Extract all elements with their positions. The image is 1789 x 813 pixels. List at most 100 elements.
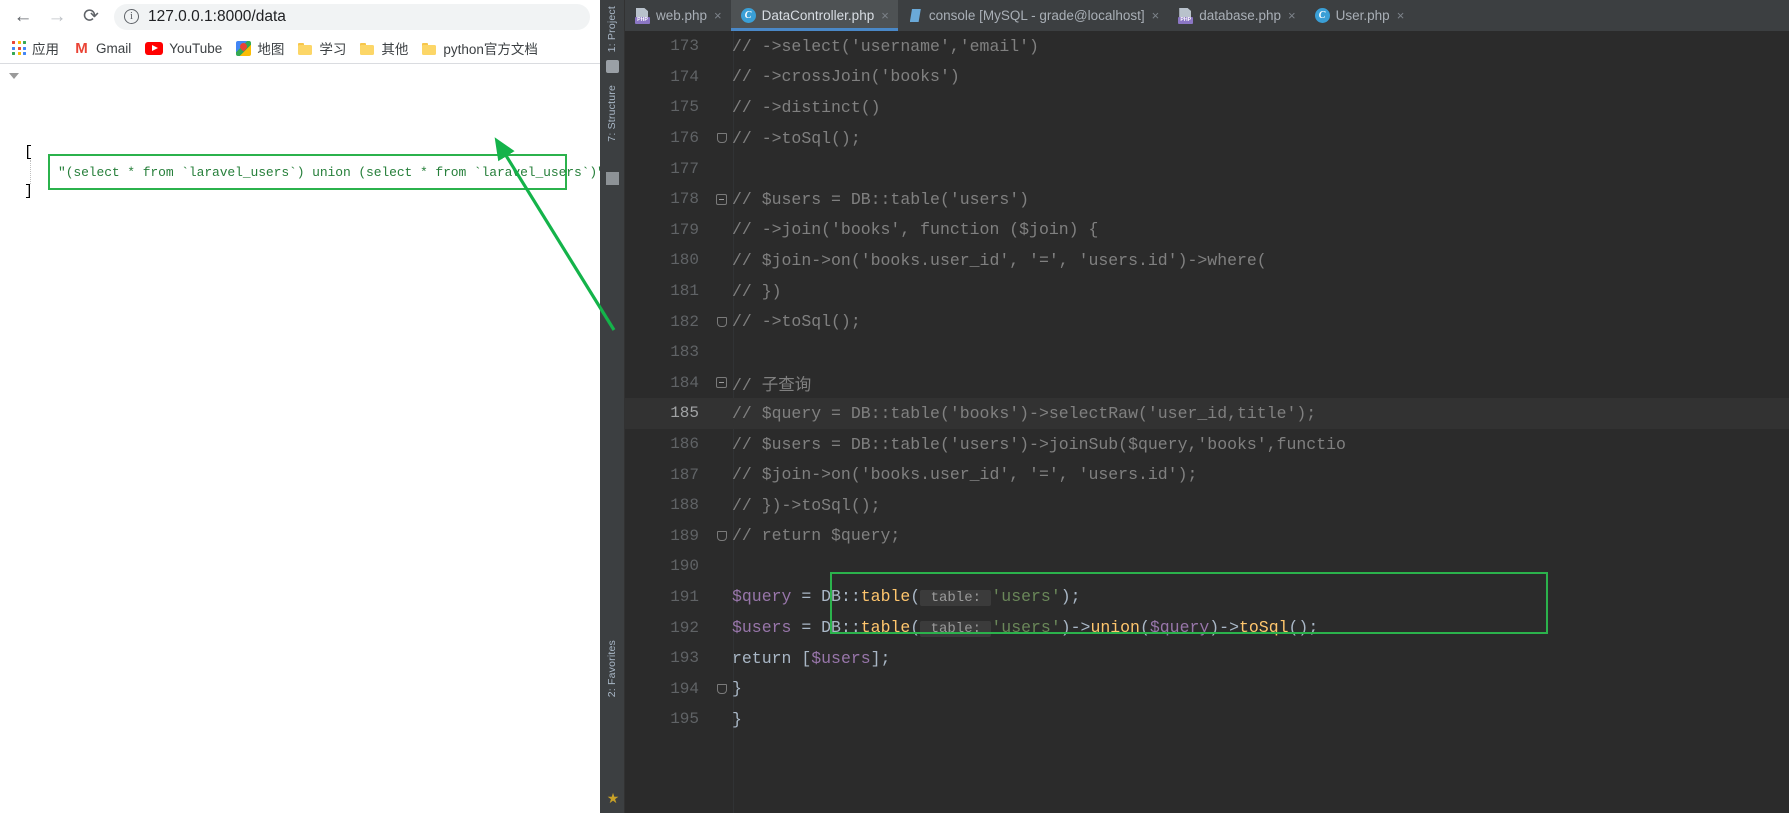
editor-line[interactable]: 181 // }) bbox=[625, 276, 1789, 307]
code-token: table: bbox=[920, 590, 992, 607]
browser-toolbar: ← → ⟳ i 127.0.0.1:8000/data bbox=[0, 0, 600, 33]
bookmark-item[interactable]: 地图 bbox=[230, 35, 290, 61]
fold-end-icon[interactable] bbox=[716, 530, 727, 542]
php-class-icon: C bbox=[740, 8, 756, 23]
close-icon[interactable]: × bbox=[1397, 9, 1405, 22]
arrow-right-icon[interactable]: → bbox=[40, 2, 74, 32]
editor-line[interactable]: 175 // ->distinct() bbox=[625, 92, 1789, 123]
code-token: ->join('books', function ($join) { bbox=[751, 220, 1099, 240]
editor-line[interactable]: 190 bbox=[625, 551, 1789, 582]
code-token: // bbox=[732, 465, 752, 485]
code-token: // bbox=[732, 403, 752, 423]
url-text: 127.0.0.1:8000/data bbox=[148, 7, 286, 25]
bookmarks-bar: 应用 M Gmail YouTube 地图 学习 其他 python官方文档 bbox=[0, 33, 600, 64]
gmail-icon: M bbox=[75, 39, 88, 57]
bookmark-item[interactable]: 其他 bbox=[354, 35, 414, 61]
editor-tab[interactable]: console [MySQL - grade@localhost] × bbox=[898, 0, 1168, 31]
address-bar[interactable]: i 127.0.0.1:8000/data bbox=[114, 3, 590, 30]
editor-tab[interactable]: web.php × bbox=[625, 0, 731, 31]
code-token: ]; bbox=[870, 648, 891, 668]
code-editor[interactable]: 173 // ->select('username','email') 174 // … bbox=[625, 31, 1789, 813]
editor-line[interactable]: 195} bbox=[625, 704, 1789, 735]
code-token: ->toSql(); bbox=[751, 128, 861, 148]
tool-window-favorites[interactable]: 2: Favorites bbox=[606, 640, 618, 697]
editor-line[interactable]: 186 // $users = DB::table('users')->joinS… bbox=[625, 429, 1789, 460]
code-text: // }) bbox=[732, 282, 1789, 301]
code-text: } bbox=[732, 710, 1789, 729]
editor-line[interactable]: 193 return [$users]; bbox=[625, 643, 1789, 674]
code-fold-marker[interactable] bbox=[710, 529, 732, 543]
fold-collapse-icon[interactable] bbox=[715, 193, 727, 205]
editor-tab[interactable]: C User.php × bbox=[1305, 0, 1414, 31]
project-files-icon[interactable] bbox=[606, 60, 619, 73]
json-indent-guide bbox=[30, 160, 31, 184]
editor-line[interactable]: 183 bbox=[625, 337, 1789, 368]
code-fold-marker[interactable] bbox=[710, 376, 732, 390]
code-token: ->toSql(); bbox=[751, 312, 861, 332]
code-token: // bbox=[732, 36, 752, 56]
editor-line[interactable]: 178 // $users = DB::table('users') bbox=[625, 184, 1789, 215]
code-token: union bbox=[1090, 618, 1140, 638]
editor-line[interactable]: 191 $query = DB::table( table: 'users'); bbox=[625, 582, 1789, 613]
bookmark-item[interactable]: 学习 bbox=[292, 35, 352, 61]
code-text: $users = DB::table( table: 'users')->uni… bbox=[732, 618, 1789, 638]
code-token: 'users' bbox=[991, 618, 1061, 638]
console-icon bbox=[908, 8, 923, 23]
php-class-icon: C bbox=[1314, 8, 1330, 23]
editor-line[interactable]: 185 // $query = DB::table('books')->selec… bbox=[625, 398, 1789, 429]
bookmark-label: 其他 bbox=[381, 42, 409, 57]
reload-icon[interactable]: ⟳ bbox=[74, 2, 108, 32]
code-token: )-> bbox=[1209, 618, 1239, 638]
close-icon[interactable]: × bbox=[1288, 9, 1296, 22]
editor-line[interactable]: 192 $users = DB::table( table: 'users')-… bbox=[625, 612, 1789, 643]
bookmark-item[interactable]: YouTube bbox=[139, 35, 228, 61]
code-fold-marker[interactable] bbox=[710, 192, 732, 206]
line-number: 191 bbox=[670, 587, 699, 606]
editor-line[interactable]: 174 // ->crossJoin('books') bbox=[625, 62, 1789, 93]
editor-line[interactable]: 184 // 子查询 bbox=[625, 368, 1789, 399]
editor-line[interactable]: 188 // })->toSql(); bbox=[625, 490, 1789, 521]
code-fold-marker[interactable] bbox=[710, 315, 732, 329]
bookmark-item[interactable]: M Gmail bbox=[67, 35, 137, 61]
tool-window-project[interactable]: 1: Project bbox=[606, 6, 618, 52]
bookmark-item[interactable]: 应用 bbox=[6, 35, 65, 61]
editor-line[interactable]: 173 // ->select('username','email') bbox=[625, 31, 1789, 62]
code-token: DB bbox=[821, 587, 841, 607]
editor-line[interactable]: 179 // ->join('books', function ($join) { bbox=[625, 215, 1789, 246]
arrow-left-icon[interactable]: ← bbox=[6, 2, 40, 32]
code-token: DB bbox=[821, 618, 841, 638]
site-info-icon[interactable]: i bbox=[124, 9, 139, 24]
tool-window-structure[interactable]: 7: Structure bbox=[606, 85, 618, 142]
line-number: 181 bbox=[670, 282, 699, 301]
editor-line[interactable]: 180 // $join->on('books.user_id', '=', 'u… bbox=[625, 245, 1789, 276]
editor-tab[interactable]: database.php × bbox=[1168, 0, 1304, 31]
code-text: // return $query; bbox=[732, 526, 1789, 545]
code-fold-marker[interactable] bbox=[710, 131, 732, 145]
code-token: // bbox=[732, 189, 752, 209]
code-token: $users = DB::table('users')->joinSub($qu… bbox=[751, 434, 1346, 454]
close-icon[interactable]: × bbox=[881, 9, 889, 22]
fold-end-icon[interactable] bbox=[716, 132, 727, 144]
editor-line[interactable]: 176 // ->toSql(); bbox=[625, 123, 1789, 154]
bookmark-label: python官方文档 bbox=[443, 42, 538, 57]
star-icon[interactable]: ★ bbox=[606, 791, 620, 805]
chart-bars-icon[interactable] bbox=[606, 172, 619, 185]
code-token: toSql bbox=[1239, 618, 1289, 638]
editor-tab-label: web.php bbox=[656, 8, 708, 23]
editor-line[interactable]: 177 bbox=[625, 153, 1789, 184]
collapse-triangle-icon[interactable] bbox=[9, 73, 19, 79]
editor-line[interactable]: 189 // return $query; bbox=[625, 521, 1789, 552]
close-icon[interactable]: × bbox=[714, 9, 722, 22]
code-token: // bbox=[732, 281, 752, 301]
close-icon[interactable]: × bbox=[1152, 9, 1160, 22]
fold-collapse-icon[interactable] bbox=[715, 377, 727, 389]
fold-end-icon[interactable] bbox=[716, 316, 727, 327]
fold-end-icon[interactable] bbox=[716, 683, 727, 695]
code-text: // ->toSql(); bbox=[732, 312, 1789, 331]
editor-line[interactable]: 182 // ->toSql(); bbox=[625, 306, 1789, 337]
editor-line[interactable]: 187 // $join->on('books.user_id', '=', 'u… bbox=[625, 459, 1789, 490]
code-fold-marker[interactable] bbox=[710, 682, 732, 696]
editor-line[interactable]: 194 } bbox=[625, 673, 1789, 704]
bookmark-item[interactable]: python官方文档 bbox=[416, 35, 544, 61]
editor-tab[interactable]: C DataController.php × bbox=[730, 0, 898, 31]
